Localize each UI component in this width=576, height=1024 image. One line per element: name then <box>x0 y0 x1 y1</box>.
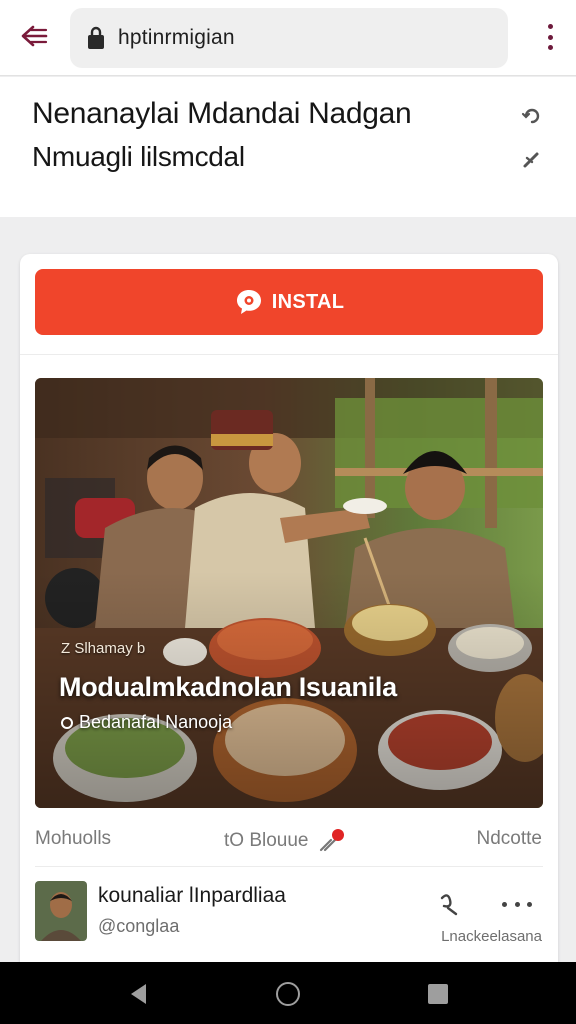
url-text: hptinrmigian <box>118 26 235 49</box>
image-caption-small: Z Slhamay b <box>61 640 146 657</box>
stat-left[interactable]: Mohuolls <box>35 828 111 850</box>
author-name[interactable]: kounaliar lInpardliaa <box>98 884 286 908</box>
stats-row: Mohuolls tO Blouue Ndcotte <box>20 824 558 854</box>
avatar[interactable] <box>35 881 87 941</box>
image-title: Modualmkadnolan Isuanila <box>59 672 397 702</box>
nav-back-icon[interactable] <box>128 982 150 1006</box>
divider <box>20 354 558 355</box>
install-button[interactable]: INSTAL <box>35 269 543 335</box>
browser-toolbar: hptinrmigian <box>0 0 576 76</box>
stat-middle[interactable]: tO Blouue <box>224 828 347 854</box>
author-meta: Lnackeelasana <box>441 928 542 945</box>
post-image[interactable]: Z Slhamay b Modualmkadnolan Isuanila Bed… <box>35 378 543 808</box>
image-subtitle: Bedanafal Nanooja <box>61 712 232 733</box>
more-options-icon[interactable] <box>502 894 532 914</box>
image-subtitle-text: Bedanafal Nanooja <box>79 712 233 732</box>
chat-bubble-icon <box>236 290 261 314</box>
refresh-icon[interactable] <box>520 105 544 127</box>
location-icon <box>61 716 73 729</box>
share-icon[interactable] <box>434 892 462 918</box>
page-subtitle: Nmuagli lilsmcdal <box>32 141 245 172</box>
page-header: Nenanaylai Mdandai Nadgan Nmuagli lilsmc… <box>0 77 576 217</box>
reaction-icon <box>319 829 344 852</box>
nav-recents-icon[interactable] <box>428 984 448 1004</box>
edit-icon[interactable] <box>520 147 544 171</box>
address-bar[interactable]: hptinrmigian <box>70 8 508 68</box>
author-handle[interactable]: @conglaa <box>98 916 179 937</box>
nav-home-icon[interactable] <box>276 982 300 1006</box>
stat-middle-text: tO Blouue <box>224 830 309 851</box>
stat-right[interactable]: Ndcotte <box>477 828 542 850</box>
post-card: INSTAL Z Slhamay b Modualmkadnolan Isuan… <box>20 254 558 974</box>
back-arrow-icon[interactable] <box>14 18 54 54</box>
kebab-menu-icon[interactable] <box>542 20 558 54</box>
divider <box>35 866 543 867</box>
install-button-label: INSTAL <box>271 290 345 313</box>
lock-icon <box>86 25 106 51</box>
page-title: Nenanaylai Mdandai Nadgan <box>32 97 412 130</box>
system-nav-bar <box>0 962 576 1024</box>
